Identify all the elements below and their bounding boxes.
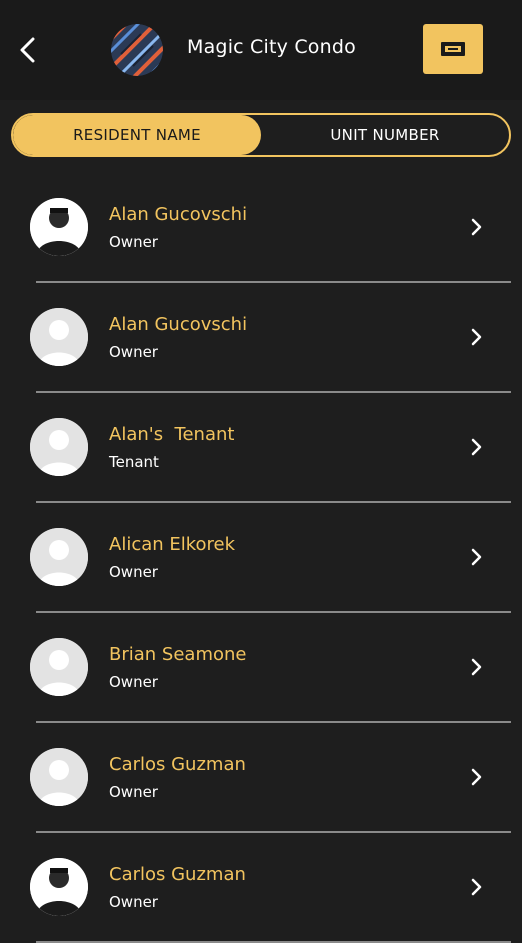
condo-logo <box>111 24 163 76</box>
resident-role: Owner <box>109 343 158 361</box>
list-item[interactable]: Alan Gucovschi Owner <box>0 282 522 393</box>
avatar <box>30 308 88 366</box>
chevron-right-icon <box>471 768 482 786</box>
resident-role: Owner <box>109 563 158 581</box>
resident-list: Alan Gucovschi Owner Alan Gucovschi Owne… <box>0 172 522 943</box>
list-item[interactable]: Alan Gucovschi Owner <box>0 172 522 283</box>
chevron-right-icon <box>471 218 482 236</box>
resident-name: Carlos Guzman <box>109 864 246 885</box>
list-item[interactable]: Carlos Guzman Owner <box>0 722 522 833</box>
resident-name: Alan Gucovschi <box>109 314 248 335</box>
avatar <box>30 418 88 476</box>
menu-card-icon <box>441 42 465 56</box>
avatar <box>30 528 88 586</box>
tab-unit-number[interactable]: UNIT NUMBER <box>261 115 509 155</box>
list-item[interactable]: Alan's Tenant Tenant <box>0 392 522 503</box>
chevron-right-icon <box>471 658 482 676</box>
list-item[interactable]: Carlos Guzman Owner <box>0 832 522 943</box>
avatar <box>30 858 88 916</box>
tab-resident-name[interactable]: RESIDENT NAME <box>13 115 261 155</box>
avatar <box>30 198 88 256</box>
resident-role: Tenant <box>109 453 159 471</box>
resident-role: Owner <box>109 233 158 251</box>
avatar <box>30 748 88 806</box>
search-mode-toggle: RESIDENT NAME UNIT NUMBER <box>11 113 511 157</box>
chevron-left-icon <box>20 37 35 63</box>
menu-button[interactable] <box>423 24 483 74</box>
list-item[interactable]: Alican Elkorek Owner <box>0 502 522 613</box>
resident-name: Brian Seamone <box>109 644 247 665</box>
back-button[interactable] <box>10 28 46 72</box>
chevron-right-icon <box>471 548 482 566</box>
chevron-right-icon <box>471 328 482 346</box>
page-title: Magic City Condo <box>187 36 356 58</box>
chevron-right-icon <box>471 438 482 456</box>
resident-name: Alican Elkorek <box>109 534 236 555</box>
resident-name: Alan's Tenant <box>109 424 235 445</box>
avatar <box>30 638 88 696</box>
resident-role: Owner <box>109 673 158 691</box>
app-header: Magic City Condo <box>0 0 522 100</box>
resident-role: Owner <box>109 783 158 801</box>
chevron-right-icon <box>471 878 482 896</box>
resident-name: Carlos Guzman <box>109 754 246 775</box>
resident-name: Alan Gucovschi <box>109 204 248 225</box>
list-item[interactable]: Brian Seamone Owner <box>0 612 522 723</box>
resident-role: Owner <box>109 893 158 911</box>
